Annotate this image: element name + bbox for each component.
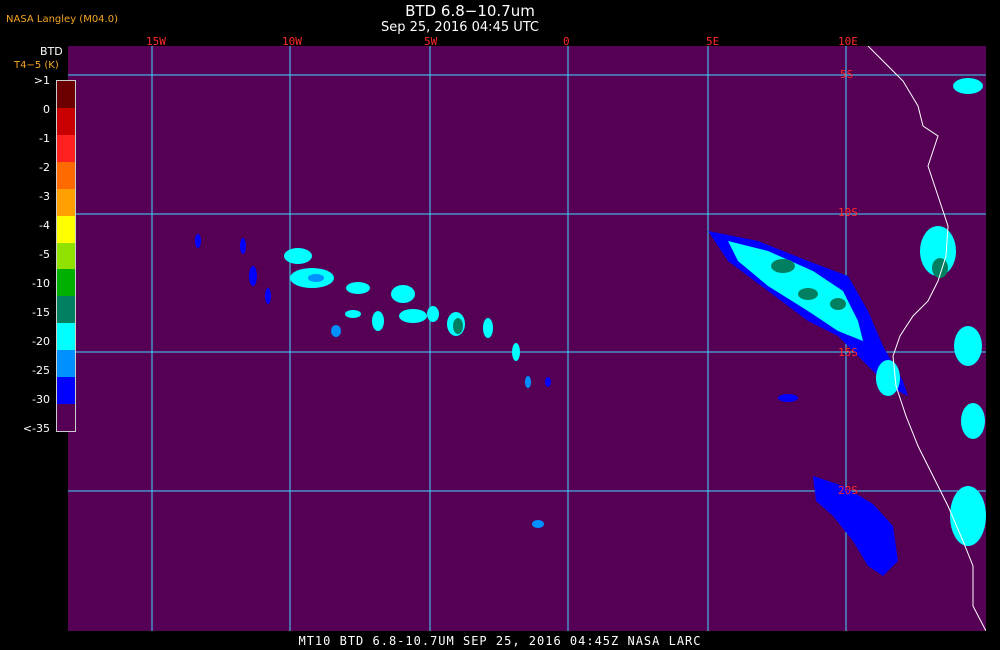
color-scale-segment — [57, 107, 75, 135]
legend-unit: T4−5 (K) — [14, 60, 59, 71]
legend-tick-label: -2 — [39, 161, 50, 174]
lat-label-10s: 10S — [838, 206, 858, 219]
legend-tick-label: -3 — [39, 190, 50, 203]
color-scale-segment — [57, 188, 75, 216]
color-scale-segment — [57, 269, 75, 297]
legend-tick-label: -20 — [32, 335, 50, 348]
color-scale-segment — [57, 242, 75, 270]
lat-label-5s: 5S — [840, 68, 854, 81]
legend-tick-label: -25 — [32, 364, 50, 377]
legend-tick-label: -1 — [39, 132, 50, 145]
image-title: BTD 6.8−10.7um — [405, 2, 535, 20]
color-scale-segment — [57, 161, 75, 189]
color-scale-segment — [57, 350, 75, 378]
image-timestamp: Sep 25, 2016 04:45 UTC — [380, 20, 540, 35]
legend-title: BTD — [40, 45, 63, 58]
color-scale-segment — [57, 323, 75, 351]
color-scale-segment — [57, 134, 75, 162]
footer-caption: MT10 BTD 6.8-10.7UM SEP 25, 2016 04:45Z … — [298, 634, 702, 648]
lat-label-15s: 15S — [838, 346, 858, 359]
legend-tick-label: -5 — [39, 248, 50, 261]
credit-text: NASA Langley (M04.0) — [6, 14, 118, 25]
color-scale-segment — [57, 81, 75, 108]
color-scale-segment — [57, 296, 75, 324]
color-scale-segment — [57, 215, 75, 243]
satellite-map — [68, 46, 986, 631]
legend-tick-label: <-35 — [22, 422, 50, 435]
lat-label-20s: 20S — [838, 484, 858, 497]
legend-tick-label: 0 — [43, 103, 50, 116]
legend-tick-label: -30 — [32, 393, 50, 406]
legend-tick-label: -15 — [32, 306, 50, 319]
color-scale-segment — [57, 404, 75, 431]
legend-tick-label: -4 — [39, 219, 50, 232]
color-scale-segment — [57, 377, 75, 405]
legend-tick-label: -10 — [32, 277, 50, 290]
legend-tick-label: >1 — [33, 74, 50, 87]
color-scale-bar — [56, 80, 76, 432]
